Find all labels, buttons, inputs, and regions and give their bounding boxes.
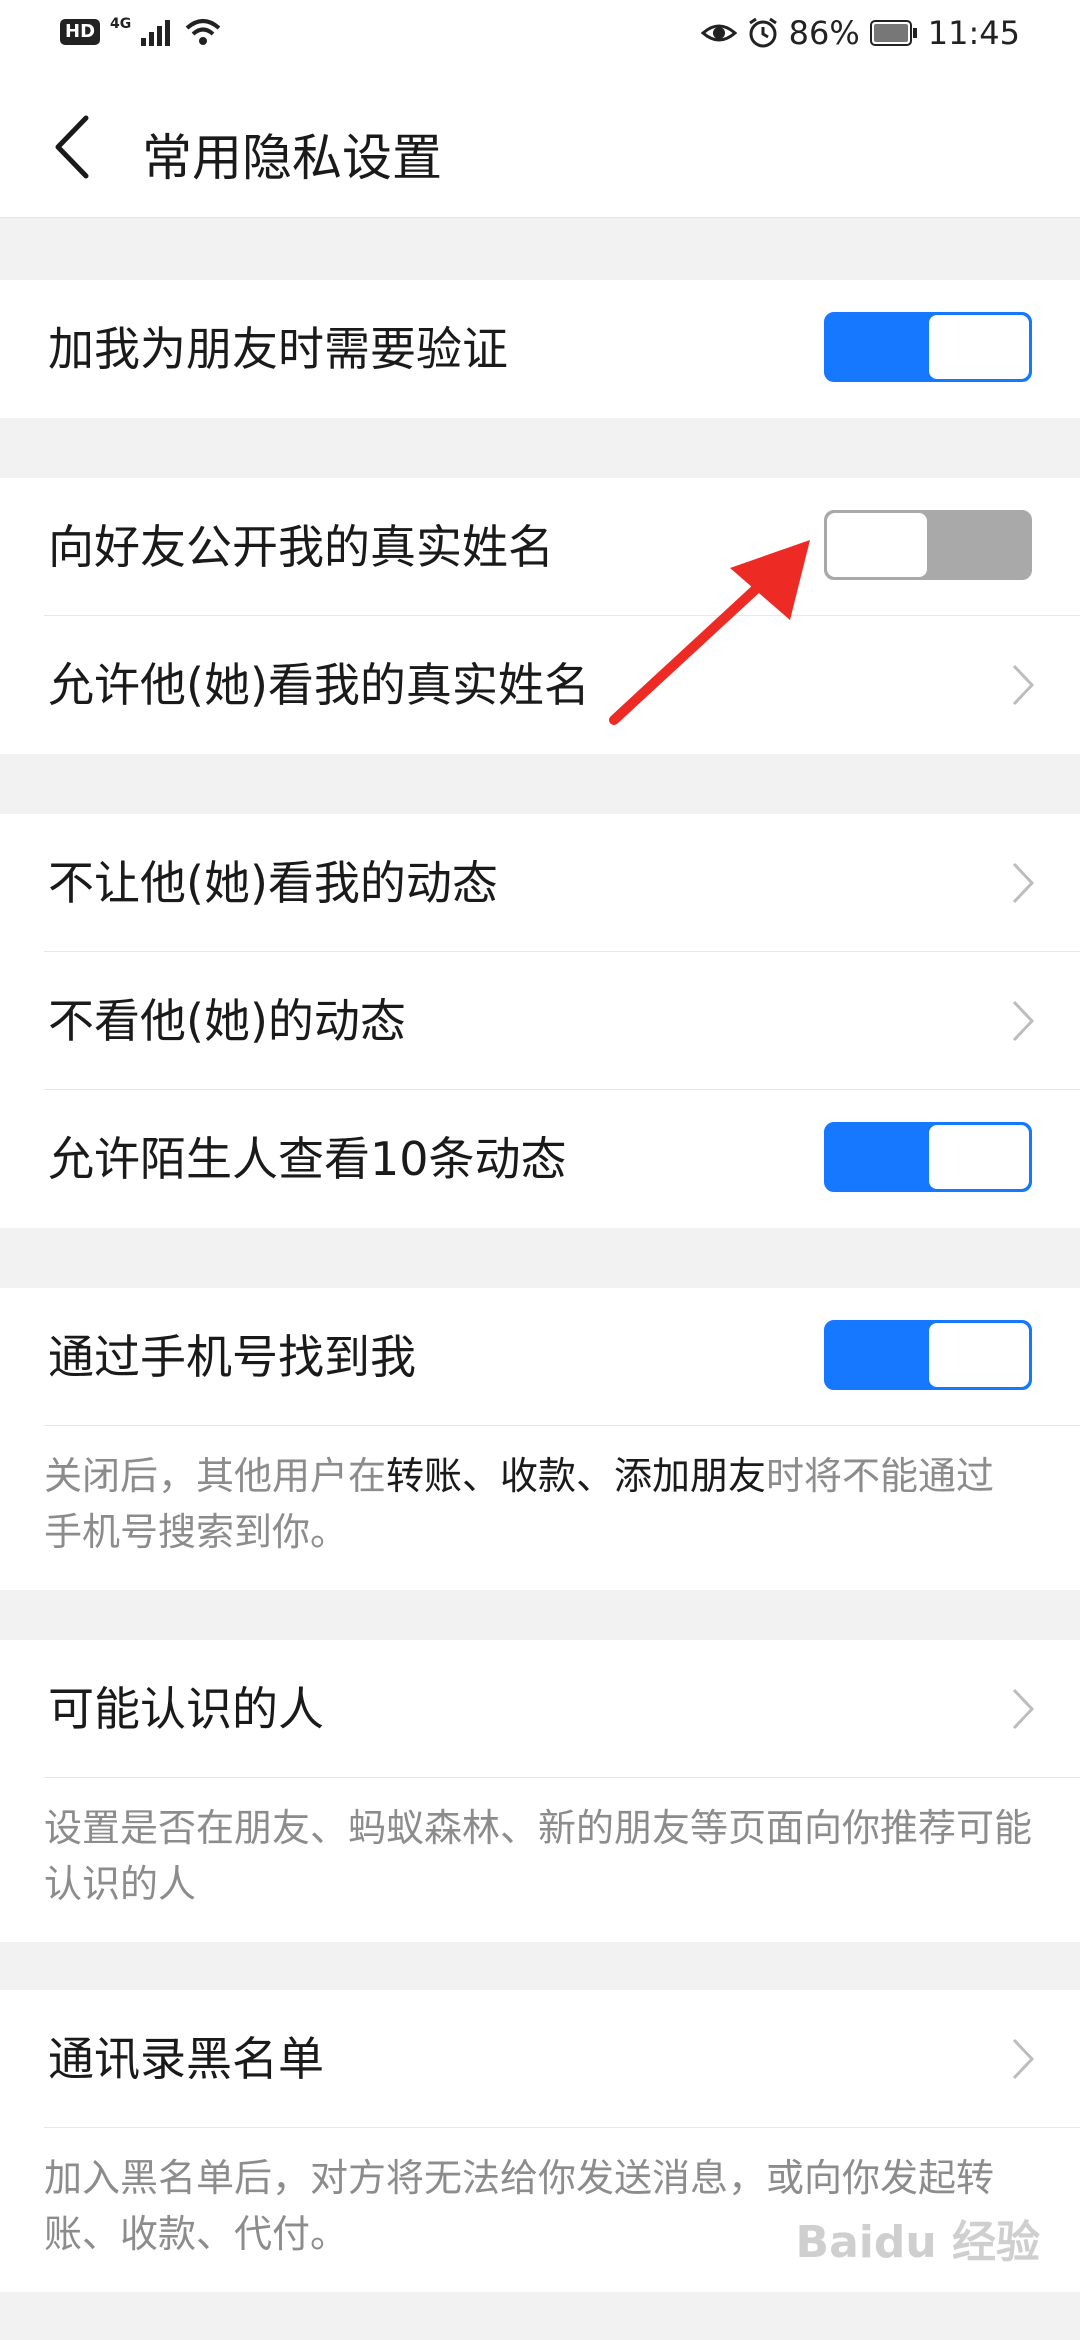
setting-row-hide-my-moments[interactable]: 不让他(她)看我的动态: [0, 814, 1080, 952]
setting-row-stranger-view: 允许陌生人查看10条动态: [0, 1090, 1080, 1228]
group-find-by-phone: 通过手机号找到我 关闭后，其他用户在转账、收款、添加朋友时将不能通过手机号搜索到…: [0, 1288, 1080, 1590]
setting-label: 通过手机号找到我: [48, 1330, 416, 1384]
people-may-know-note: 设置是否在朋友、蚂蚁森林、新的朋友等页面向你推荐可能认识的人: [44, 1806, 1033, 1906]
setting-label: 通讯录黑名单: [48, 2032, 324, 2086]
setting-label: 不看他(她)的动态: [48, 994, 406, 1048]
setting-label: 加我为朋友时需要验证: [48, 322, 508, 376]
verify-friend-toggle[interactable]: [824, 312, 1032, 382]
status-left: HD 4G: [60, 16, 221, 46]
battery-icon: [869, 20, 917, 46]
chevron-right-icon: [1012, 1000, 1035, 1042]
clock: 11:45: [927, 14, 1020, 52]
setting-label: 向好友公开我的真实姓名: [48, 520, 554, 574]
hd-badge: HD: [60, 19, 101, 45]
back-arrow-icon[interactable]: [46, 112, 106, 182]
group-verify: 加我为朋友时需要验证: [0, 280, 1080, 418]
setting-label: 不让他(她)看我的动态: [48, 856, 498, 910]
note-highlight: 转账、收款、添加朋友: [386, 1454, 767, 1498]
chevron-right-icon: [1012, 2038, 1035, 2080]
watermark: Baidu 经验: [795, 2217, 1040, 2268]
chevron-right-icon: [1012, 1688, 1035, 1730]
status-bar: HD 4G 86% 11:45: [0, 0, 1080, 72]
setting-row-find-by-phone: 通过手机号找到我: [0, 1288, 1080, 1426]
chevron-right-icon: [1012, 664, 1035, 706]
find-by-phone-toggle[interactable]: [824, 1320, 1032, 1390]
setting-row-verify-friend: 加我为朋友时需要验证: [0, 280, 1080, 418]
note-text: 关闭后，其他用户在: [44, 1454, 387, 1498]
setting-label: 允许陌生人查看10条动态: [48, 1132, 567, 1186]
status-right: 86% 11:45: [700, 14, 1020, 52]
wifi-icon: [185, 19, 221, 45]
setting-row-allow-see-real-name[interactable]: 允许他(她)看我的真实姓名: [0, 616, 1080, 754]
group-moments: 不让他(她)看我的动态 不看他(她)的动态 允许陌生人查看10条动态: [0, 814, 1080, 1228]
toggle-knob: [827, 513, 927, 577]
show-real-name-toggle[interactable]: [824, 510, 1032, 580]
nav-header: 常用隐私设置: [0, 72, 1080, 218]
battery-percent: 86%: [788, 14, 860, 52]
alarm-icon: [748, 17, 777, 48]
page-title: 常用隐私设置: [142, 129, 442, 187]
network-type: 4G: [110, 16, 132, 32]
chevron-right-icon: [1012, 862, 1035, 904]
setting-label: 允许他(她)看我的真实姓名: [48, 658, 590, 712]
setting-row-show-real-name: 向好友公开我的真实姓名: [0, 478, 1080, 616]
setting-row-contacts-blacklist[interactable]: 通讯录黑名单: [0, 1990, 1080, 2128]
setting-label: 可能认识的人: [48, 1682, 324, 1736]
signal-icon: [141, 20, 171, 46]
header-divider: [0, 217, 1080, 218]
toggle-knob: [929, 1125, 1029, 1189]
find-by-phone-note: 关闭后，其他用户在转账、收款、添加朋友时将不能通过手机号搜索到你。: [0, 1426, 1080, 1590]
group-people-may-know: 可能认识的人 设置是否在朋友、蚂蚁森林、新的朋友等页面向你推荐可能认识的人: [0, 1640, 1080, 1942]
toggle-knob: [929, 315, 1029, 379]
toggle-knob: [929, 1323, 1029, 1387]
annotation-arrow-icon: [609, 540, 810, 725]
eye-icon: [700, 24, 737, 42]
stranger-view-toggle[interactable]: [824, 1122, 1032, 1192]
setting-row-not-see-moments[interactable]: 不看他(她)的动态: [0, 952, 1080, 1090]
group-real-name: 向好友公开我的真实姓名 允许他(她)看我的真实姓名: [0, 478, 1080, 754]
setting-row-people-may-know[interactable]: 可能认识的人: [0, 1640, 1080, 1778]
